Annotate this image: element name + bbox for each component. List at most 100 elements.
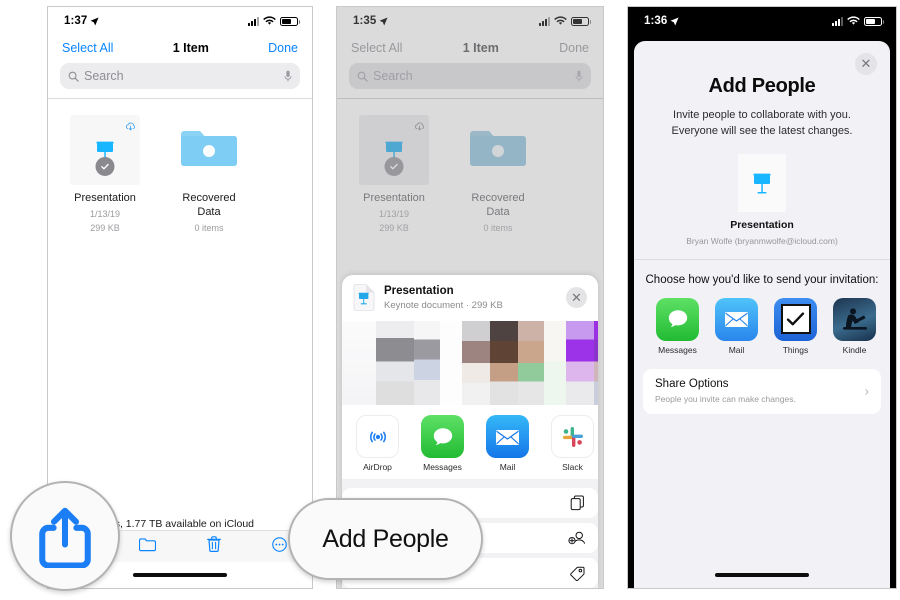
status-right: [248, 16, 300, 26]
checkmark-badge: [95, 157, 115, 176]
folder-glyph-icon: [181, 131, 237, 166]
invite-target-messages[interactable]: Messages: [656, 297, 699, 355]
file-grid: Presentation 1/13/19 299 KB Recovered Da…: [48, 99, 312, 235]
share-target-messages[interactable]: Messages: [421, 415, 464, 472]
airdrop-icon: [356, 415, 399, 459]
tag-icon: [570, 566, 585, 581]
folder-icon: [174, 115, 244, 185]
share-app-row: AirDrop Messages Mail Slack: [342, 405, 598, 480]
invite-target-things[interactable]: Things: [774, 297, 817, 355]
keynote-glyph-icon: [753, 173, 771, 194]
add-people-icon: [568, 532, 585, 545]
app-label: Kindle: [842, 344, 867, 355]
files-nav-bar: Select All 1 Item Done: [48, 35, 312, 59]
file-item-count: 0 items: [194, 222, 224, 233]
slack-icon: [551, 415, 594, 459]
share-target-airdrop[interactable]: AirDrop: [356, 415, 399, 472]
messages-icon: [421, 415, 464, 459]
share-sheet-doc-info: Presentation Keynote document · 299 KB: [384, 284, 503, 311]
phone-screenshot-add-people: 1:36 ✕ Add People Invite people to colla…: [627, 6, 897, 589]
app-label: Slack: [562, 462, 583, 473]
invitation-app-row: Messages Mail Things Kindle: [634, 286, 890, 355]
keynote-document-icon: [70, 115, 140, 185]
share-up-arrow-icon: [39, 507, 91, 568]
screenshot-stage: 1:37 Select All 1 Item Done Search Prese…: [0, 0, 900, 600]
home-indicator: [133, 573, 227, 577]
page-title: Add People: [708, 75, 816, 97]
app-label: Messages: [658, 344, 697, 355]
invite-target-kindle[interactable]: Kindle: [833, 297, 876, 355]
file-item-presentation[interactable]: Presentation 1/13/19 299 KB: [66, 115, 144, 235]
home-indicator: [715, 573, 809, 577]
invite-target-mail[interactable]: Mail: [715, 297, 758, 355]
file-name: Recovered Data: [182, 192, 236, 218]
document-owner: Bryan Wolfe (bryanmwolfe@icloud.com): [686, 235, 838, 246]
location-arrow-icon: [90, 16, 99, 25]
icloud-download-icon: [125, 118, 136, 136]
signal-bars-icon: [832, 16, 843, 26]
status-bar: 1:36: [628, 7, 896, 35]
signal-bars-icon: [248, 16, 259, 26]
close-icon[interactable]: ✕: [566, 287, 587, 309]
document-preview: Presentation Bryan Wolfe (bryanmwolfe@ic…: [634, 153, 890, 246]
microphone-icon[interactable]: [284, 70, 292, 82]
status-left: 1:37: [64, 15, 99, 27]
done-button[interactable]: Done: [268, 41, 298, 55]
wifi-icon: [263, 16, 276, 25]
status-bar: 1:37: [48, 7, 312, 35]
file-date: 1/13/19: [89, 208, 121, 219]
chevron-right-icon: ›: [864, 383, 869, 399]
share-options-title: Share Options: [655, 377, 729, 390]
file-size: 299 KB: [90, 223, 120, 234]
mail-icon: [486, 415, 529, 459]
app-label: Mail: [728, 344, 745, 355]
share-target-slack[interactable]: Slack: [551, 415, 594, 472]
callout-share-icon: [10, 481, 120, 591]
messages-icon: [656, 297, 699, 341]
app-label: Mail: [499, 462, 516, 473]
copy-icon: [570, 495, 584, 511]
choose-method-label: Choose how you'd like to send your invit…: [645, 273, 879, 286]
status-time: 1:37: [64, 15, 88, 27]
search-area: Search: [48, 59, 312, 98]
item-count-title: 1 Item: [172, 41, 209, 55]
search-icon: [68, 71, 79, 82]
callout-text: Add People: [322, 524, 449, 553]
share-doc-title: Presentation: [384, 285, 454, 297]
page-subtitle: Invite people to collaborate with you. E…: [671, 109, 853, 137]
share-options-row[interactable]: Share Options People you invite can make…: [643, 368, 881, 414]
battery-icon: [280, 16, 300, 26]
wifi-icon: [847, 16, 860, 25]
status-right: [832, 16, 884, 26]
add-people-sheet: ✕ Add People Invite people to collaborat…: [634, 41, 890, 588]
document-thumbnail-strip: [342, 321, 598, 406]
share-doc-subtitle: Keynote document · 299 KB: [384, 300, 503, 312]
file-name: Presentation: [74, 192, 136, 204]
keynote-document-icon: [738, 153, 786, 212]
kindle-icon: [833, 297, 876, 341]
share-target-mail[interactable]: Mail: [486, 415, 529, 472]
battery-icon: [864, 16, 884, 26]
select-all-button[interactable]: Select All: [62, 41, 113, 55]
location-arrow-icon: [670, 16, 679, 25]
status-time: 1:36: [644, 15, 668, 27]
search-input[interactable]: Search: [60, 63, 300, 89]
app-label: AirDrop: [363, 462, 392, 473]
new-folder-button[interactable]: [138, 537, 157, 557]
mail-icon: [715, 297, 758, 341]
app-label: Messages: [423, 462, 462, 473]
divider: [634, 258, 890, 260]
document-name: Presentation: [730, 218, 794, 231]
close-icon[interactable]: ✕: [855, 53, 877, 75]
app-label: Things: [782, 344, 809, 355]
keynote-document-icon: [353, 284, 375, 311]
callout-add-people-label: Add People: [288, 498, 483, 580]
share-sheet-header: Presentation Keynote document · 299 KB ✕: [342, 275, 598, 322]
search-placeholder: Search: [84, 69, 124, 83]
share-options-subtitle: People you invite can make changes.: [655, 393, 796, 404]
status-left: 1:36: [644, 15, 679, 27]
things-icon: [774, 297, 817, 341]
delete-button[interactable]: [206, 536, 221, 557]
more-button[interactable]: [271, 536, 287, 557]
file-item-recovered-data[interactable]: Recovered Data 0 items: [170, 115, 248, 235]
